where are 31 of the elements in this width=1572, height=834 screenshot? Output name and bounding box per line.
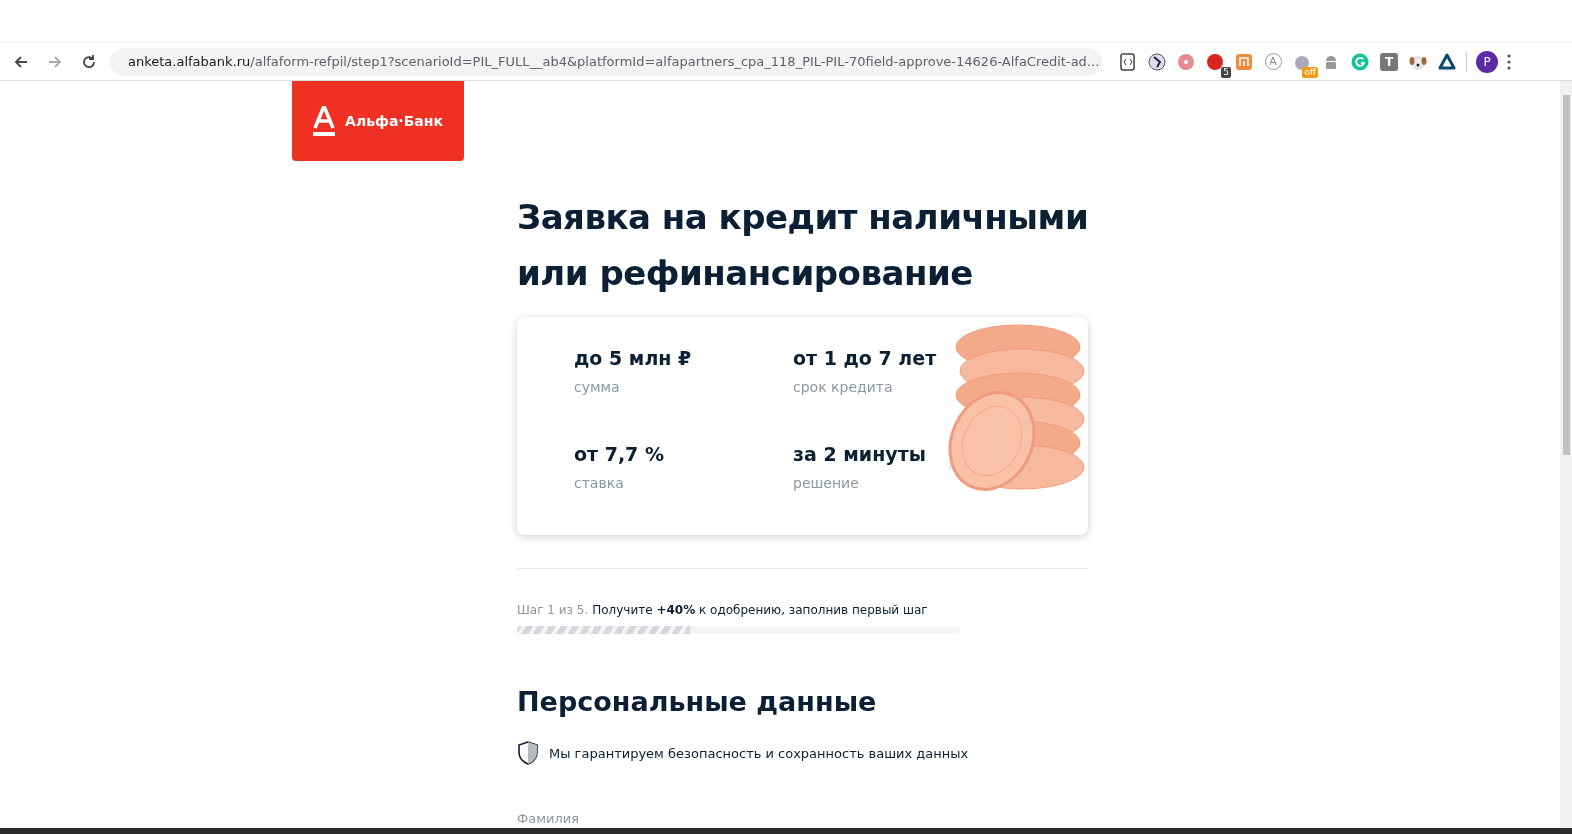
reload-icon[interactable]: [81, 53, 97, 70]
count-badge: 5: [1221, 66, 1231, 78]
logo-text: Альфа·Банк: [345, 113, 443, 129]
feature-value: от 1 до 7 лет: [793, 347, 938, 369]
field-label: Фамилия: [517, 811, 579, 826]
bank-logo[interactable]: Альфа·Банк: [292, 81, 464, 161]
letter-icon[interactable]: T: [1380, 52, 1398, 71]
feature-value: за 2 минуты: [793, 443, 927, 465]
feature-label: решение: [793, 475, 860, 491]
url-text: anketa.alfabank.ru/alfaform-refpil/step1?scenarioId=PIL_FULL__ab4&platformId=alfapartners_cpa_118_PIL-PIL-70field-approve-14626-AlfaCredit-ad...: [128, 54, 1100, 69]
step-text: Шаг 1 из 5. Получите +40% к одобрению, заполнив первый шаг: [517, 603, 929, 617]
back-icon[interactable]: [13, 53, 29, 70]
feature-value: до 5 млн ₽: [574, 347, 693, 369]
feature-label: сумма: [574, 379, 621, 395]
dot-icon[interactable]: [1177, 52, 1195, 71]
logo-letter-icon: [313, 106, 336, 136]
forward-icon[interactable]: [47, 53, 63, 70]
triangle-icon[interactable]: [1438, 52, 1456, 71]
profile-avatar[interactable]: P: [1476, 50, 1498, 73]
feature-label: срок кредита: [793, 379, 894, 395]
security-notice: Мы гарантируем безопасность и сохранность ваших данных: [549, 745, 969, 761]
page-title: Заявка на кредит наличными или рефинансирование: [517, 196, 1090, 295]
menu-icon[interactable]: [1507, 53, 1511, 70]
feature-label: ставка: [574, 475, 625, 491]
feature-value: от 7,7 %: [574, 443, 665, 465]
off-badge: off: [1302, 66, 1318, 78]
square-logo-icon[interactable]: [1235, 52, 1253, 71]
figure-icon[interactable]: [1148, 52, 1166, 71]
script-icon[interactable]: [1119, 52, 1137, 71]
address-bar[interactable]: anketa.alfabank.ru/alfaform-refpil/step1?scenarioId=PIL_FULL__ab4&platformId=alfapartners_cpa_118_PIL-PIL-70field-approve-14626-AlfaCredit-ad...: [110, 47, 1102, 76]
section-title: Персональные данные: [517, 686, 878, 717]
